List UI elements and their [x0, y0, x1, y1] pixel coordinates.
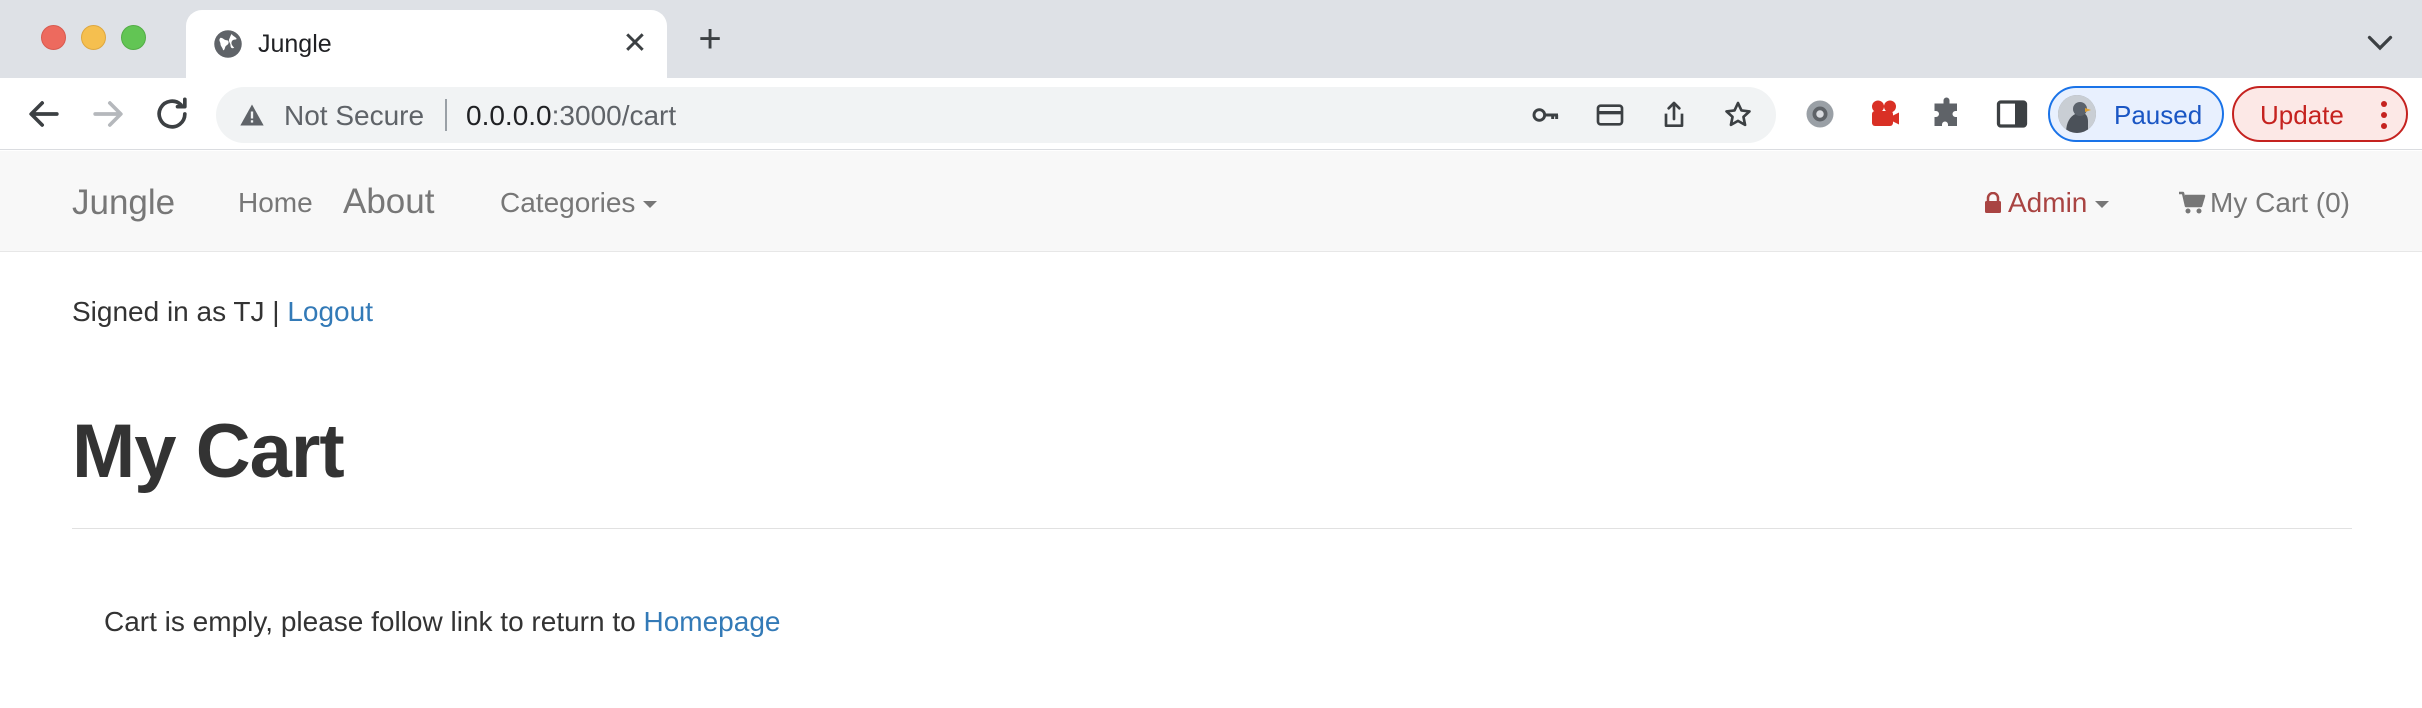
signed-in-status: Signed in as TJ | Logout: [72, 296, 373, 328]
window-close-button[interactable]: [41, 25, 66, 50]
logout-link[interactable]: Logout: [287, 296, 373, 327]
reload-icon[interactable]: [150, 92, 194, 136]
categories-dropdown[interactable]: Categories: [500, 187, 658, 219]
new-tab-button[interactable]: +: [692, 19, 728, 59]
empty-cart-message: Cart is emply, please follow link to ret…: [104, 606, 780, 638]
more-vertical-icon[interactable]: [2374, 98, 2394, 132]
browser-toolbar: Not Secure 0.0.0.0:3000/cart Paused Upda…: [0, 78, 2422, 150]
side-panel-icon[interactable]: [1994, 96, 2030, 132]
security-label[interactable]: Not Secure: [284, 100, 424, 132]
globe-icon: [214, 30, 242, 58]
share-icon[interactable]: [1658, 99, 1690, 131]
my-cart-link[interactable]: My Cart (0): [2178, 187, 2350, 219]
shopping-cart-icon: [2179, 191, 2206, 214]
empty-cart-text: Cart is emply, please follow link to ret…: [104, 606, 644, 637]
profile-status: Paused: [2114, 100, 2203, 130]
tab-close-icon[interactable]: ✕: [618, 27, 652, 61]
nav-about-link[interactable]: About: [343, 182, 434, 222]
page-title: My Cart: [72, 409, 345, 494]
caret-down-icon: [643, 201, 658, 209]
avatar: [2058, 95, 2096, 133]
card-icon[interactable]: [1594, 99, 1626, 131]
gear-extension-icon[interactable]: [1802, 96, 1838, 132]
cart-label: My Cart (0): [2210, 187, 2350, 218]
signed-in-text: Signed in as TJ |: [72, 296, 288, 327]
star-icon[interactable]: [1722, 99, 1754, 131]
avatar-image: [2058, 95, 2096, 133]
categories-label: Categories: [500, 187, 636, 218]
admin-dropdown[interactable]: Admin: [1984, 187, 2110, 219]
forward-arrow-icon[interactable]: [86, 92, 130, 136]
update-label: Update: [2260, 100, 2344, 130]
back-arrow-icon[interactable]: [22, 92, 66, 136]
site-navbar: Jungle Home About Categories Admin My Ca…: [0, 151, 2422, 252]
caret-down-icon: [2095, 201, 2110, 209]
window-zoom-button[interactable]: [121, 25, 146, 50]
address-divider: [445, 99, 447, 131]
brand-link[interactable]: Jungle: [72, 183, 175, 223]
homepage-link[interactable]: Homepage: [643, 606, 780, 637]
update-button[interactable]: Update: [2232, 86, 2408, 142]
url-host: 0.0.0.0: [466, 100, 552, 131]
profile-button[interactable]: Paused: [2048, 86, 2224, 142]
window-minimize-button[interactable]: [81, 25, 106, 50]
browser-tab-strip: Jungle ✕ +: [0, 0, 2422, 78]
active-tab[interactable]: Jungle ✕: [186, 10, 667, 78]
admin-label: Admin: [2008, 187, 2088, 218]
warning-icon[interactable]: [238, 101, 266, 129]
title-divider: [72, 528, 2352, 529]
key-icon[interactable]: [1530, 99, 1562, 131]
url-path: :3000/cart: [551, 100, 677, 131]
lock-icon: [1985, 192, 2001, 213]
camera-extension-icon[interactable]: [1866, 96, 1902, 132]
puzzle-icon[interactable]: [1930, 96, 1966, 132]
address-bar[interactable]: Not Secure 0.0.0.0:3000/cart: [216, 87, 1776, 143]
chevron-down-icon[interactable]: [2362, 24, 2398, 60]
nav-home-link[interactable]: Home: [238, 187, 313, 219]
url-text[interactable]: 0.0.0.0:3000/cart: [466, 100, 676, 132]
tab-title: Jungle: [258, 30, 332, 58]
